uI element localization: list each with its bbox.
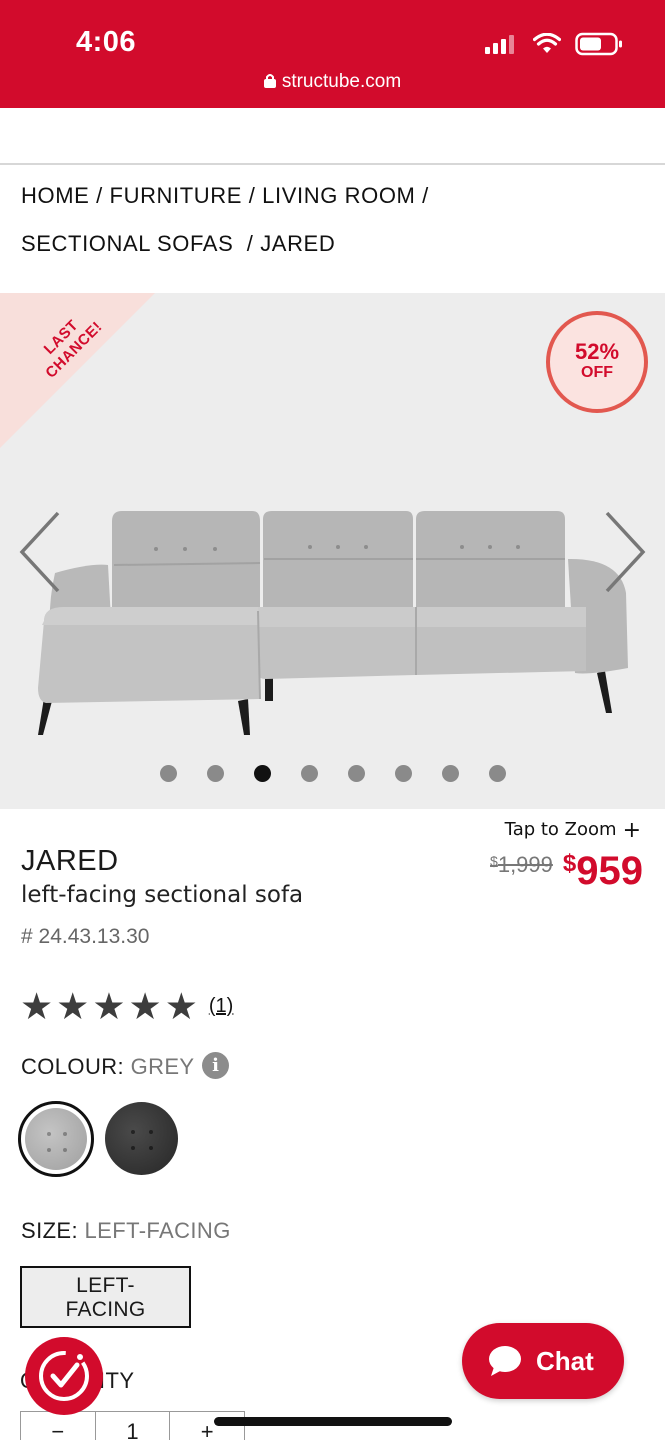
address-bar[interactable]: structube.com [0, 71, 665, 94]
quantity-value[interactable]: 1 [96, 1412, 171, 1440]
quantity-stepper[interactable]: − 1 + [20, 1411, 245, 1440]
url-text: structube.com [281, 71, 402, 92]
star-icon: ★ [92, 986, 126, 1027]
chat-label: Chat [536, 1345, 594, 1376]
signal-icon [485, 35, 514, 54]
sale-price: $959 [562, 849, 643, 893]
gallery-dot[interactable] [488, 765, 506, 782]
decrement-button[interactable]: − [21, 1412, 96, 1440]
discount-badge: 52% OFF [546, 311, 648, 413]
star-icon: ★ [164, 986, 198, 1027]
discount-percent: 52% [574, 339, 620, 364]
gallery-dot[interactable] [253, 765, 271, 782]
discount-off: OFF [581, 364, 613, 381]
product-name: JARED [21, 845, 119, 877]
gallery-dot[interactable] [300, 765, 318, 782]
size-label: SIZE: LEFT-FACING [21, 1218, 231, 1244]
size-value: LEFT-FACING [84, 1218, 231, 1243]
checkmark-badge-icon [39, 1351, 89, 1401]
last-chance-ribbon: LAST CHANCE! [0, 293, 155, 448]
battery-icon [575, 32, 622, 56]
gallery-pagination [0, 765, 665, 782]
size-option-left-facing[interactable]: LEFT- FACING [20, 1266, 191, 1328]
gallery-dot[interactable] [347, 765, 365, 782]
swatch-black[interactable] [105, 1102, 178, 1175]
original-price: $1,999 [490, 852, 553, 877]
gallery-dot[interactable] [206, 765, 224, 782]
site-header [0, 108, 665, 165]
zoom-label: Tap to Zoom [504, 819, 617, 840]
tap-to-zoom[interactable]: Tap to Zoom + [505, 818, 641, 843]
product-sku: # 24.43.13.30 [21, 925, 150, 948]
breadcrumb-line-2[interactable]: SECTIONAL SOFAS / JARED [21, 231, 335, 256]
star-icon: ★ [128, 986, 162, 1027]
product-subtitle: left-facing sectional sofa [21, 882, 304, 908]
system-icons [485, 32, 623, 56]
lock-icon [263, 72, 276, 94]
product-gallery[interactable]: LAST CHANCE! 52% OFF [0, 293, 665, 809]
sofa-image [38, 511, 628, 735]
next-image-arrow[interactable] [603, 511, 647, 593]
price-block: $1,999 $959 [490, 843, 643, 892]
gallery-dot[interactable] [441, 765, 459, 782]
chat-bubble-icon [489, 1346, 521, 1376]
star-icon: ★ [56, 986, 90, 1027]
breadcrumb: HOME / FURNITURE / LIVING ROOM / SECTION… [21, 172, 641, 268]
colour-label: COLOUR: GREY [21, 1054, 195, 1080]
info-icon[interactable]: i [202, 1052, 229, 1079]
size-label-key: SIZE: [21, 1218, 79, 1243]
plus-icon: + [622, 818, 641, 843]
swatch-grey[interactable] [18, 1101, 94, 1177]
browser-status-bar: 4:06 structube.com [0, 0, 665, 108]
review-count-link[interactable]: (1) [209, 995, 233, 1018]
home-indicator [214, 1417, 452, 1426]
gallery-dot[interactable] [159, 765, 177, 782]
clock: 4:06 [76, 26, 137, 58]
star-icon: ★ [20, 986, 54, 1027]
wifi-icon [533, 33, 561, 53]
trust-badge[interactable] [25, 1337, 103, 1415]
rating-stars[interactable]: ★ ★ ★ ★ ★ (1) [20, 988, 233, 1025]
colour-label-key: COLOUR: [21, 1054, 125, 1079]
chat-button[interactable]: Chat [462, 1323, 624, 1399]
gallery-dot[interactable] [394, 765, 412, 782]
colour-value: GREY [130, 1054, 195, 1079]
previous-image-arrow[interactable] [18, 511, 62, 593]
breadcrumb-line-1[interactable]: HOME / FURNITURE / LIVING ROOM / [21, 183, 429, 208]
